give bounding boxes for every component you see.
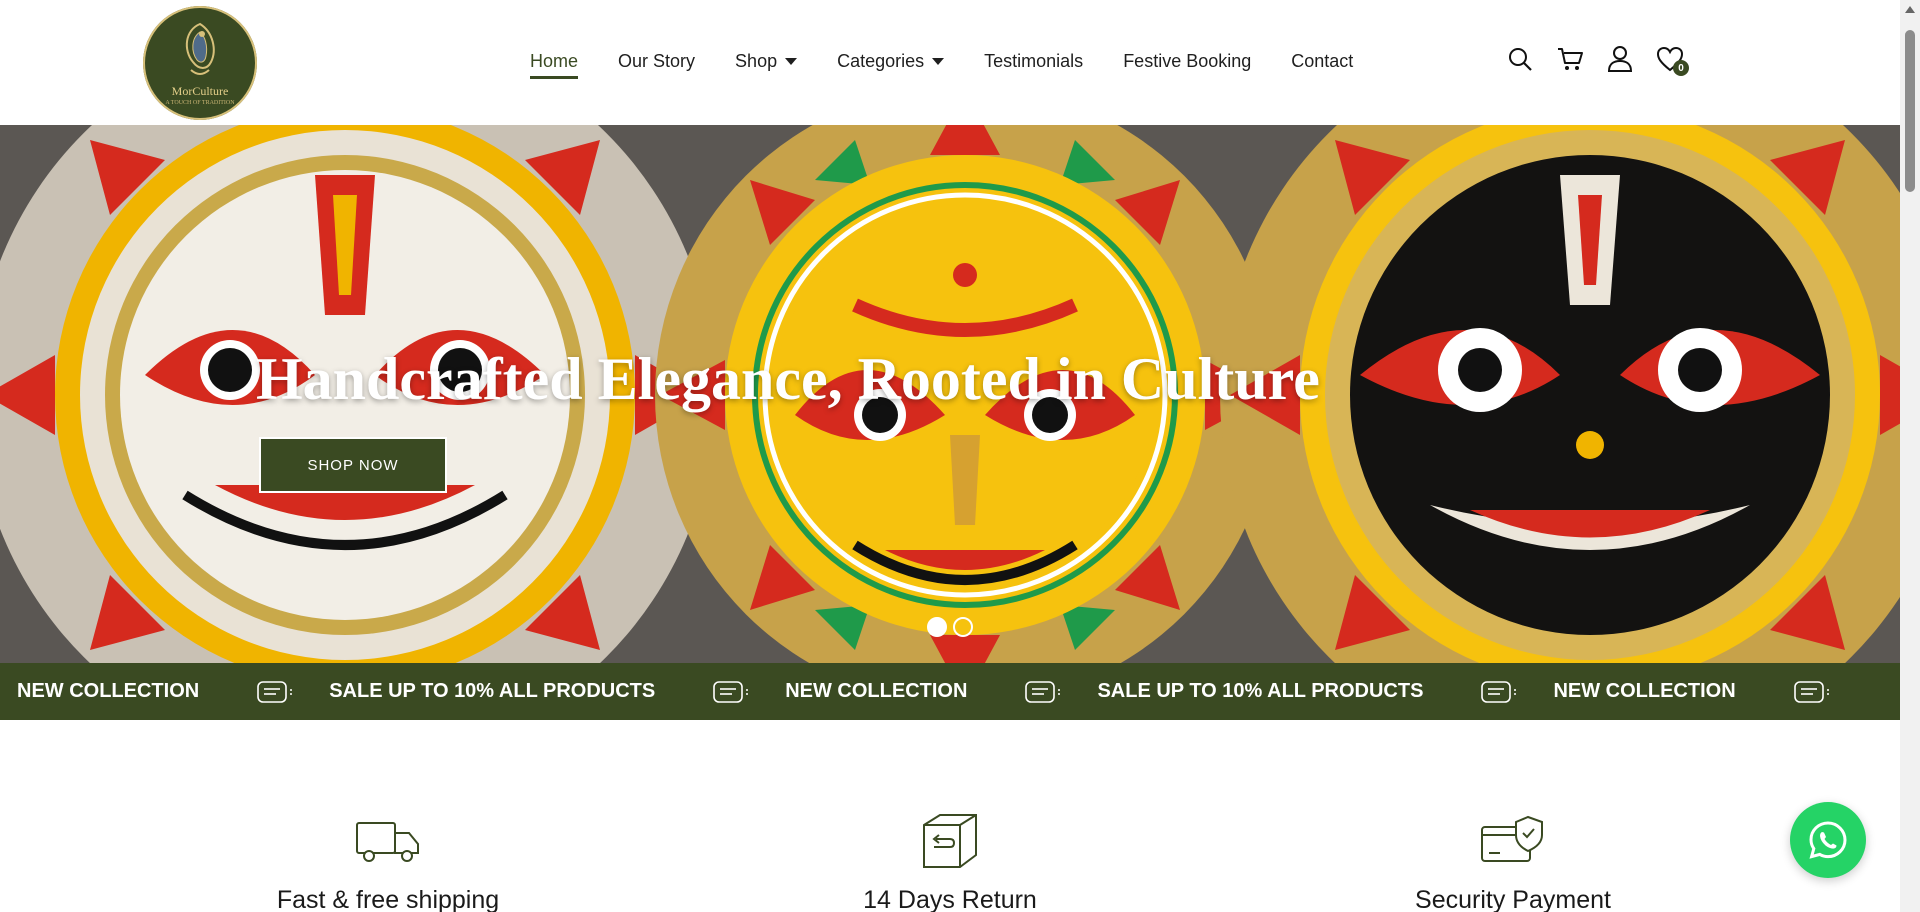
logo-text: MorCulture bbox=[171, 84, 229, 98]
whatsapp-icon bbox=[1809, 821, 1847, 859]
brand-logo[interactable]: MorCulture A TOUCH OF TRADITION bbox=[143, 6, 257, 120]
nav-label: Home bbox=[530, 50, 579, 71]
cart-icon bbox=[1558, 48, 1583, 70]
search-button[interactable] bbox=[1505, 44, 1535, 74]
feature-title: Security Payment bbox=[1415, 886, 1611, 912]
caret-down-icon bbox=[932, 57, 945, 65]
whatsapp-chat-button[interactable] bbox=[1790, 802, 1866, 878]
marquee-text: SALE UP TO 10% ALL PRODUCTS bbox=[1097, 680, 1424, 702]
hero-slider: Handcrafted Elegance, Rooted in Culture … bbox=[0, 125, 1900, 663]
slider-dot-2[interactable] bbox=[953, 617, 973, 637]
nav-item-festive-booking[interactable]: Festive Booking bbox=[1123, 51, 1251, 76]
page-scrollbar[interactable] bbox=[1900, 0, 1920, 912]
wishlist-button[interactable]: 0 bbox=[1655, 44, 1689, 76]
site-header: MorCulture A TOUCH OF TRADITION Home Our… bbox=[0, 0, 1900, 125]
nav-label: Contact bbox=[1291, 50, 1354, 71]
nav-item-shop[interactable]: Shop bbox=[735, 50, 798, 76]
return-box-icon bbox=[800, 810, 1100, 872]
marquee-text: SALE UP TO 10% ALL PRODUCTS bbox=[329, 680, 656, 702]
slider-dots bbox=[927, 617, 979, 637]
nav-item-contact[interactable]: Contact bbox=[1291, 51, 1353, 76]
secure-card-icon bbox=[1363, 810, 1663, 872]
shop-now-button[interactable]: SHOP NOW bbox=[259, 437, 447, 493]
marquee-item: NEW COLLECTION bbox=[0, 675, 312, 709]
receipt-icon bbox=[1790, 675, 1834, 709]
marquee-item: NEW COLLECTION bbox=[1536, 675, 1848, 709]
feature-title: Fast & free shipping bbox=[276, 886, 500, 912]
scroll-up-arrow-icon[interactable] bbox=[1905, 6, 1915, 13]
nav-label: Festive Booking bbox=[1123, 50, 1252, 71]
marquee-item: SALE UP TO 10% ALL PRODUCTS bbox=[312, 675, 768, 709]
receipt-icon bbox=[1021, 675, 1065, 709]
slider-dot-1[interactable] bbox=[927, 617, 947, 637]
peacock-logo-icon bbox=[185, 22, 215, 75]
marquee-text: NEW COLLECTION bbox=[1553, 680, 1736, 702]
receipt-icon bbox=[253, 675, 297, 709]
receipt-icon bbox=[1477, 675, 1521, 709]
nav-label: Categories bbox=[837, 50, 925, 71]
nav-label: Shop bbox=[735, 50, 778, 71]
main-nav: Home Our Story Shop Categories Testimoni… bbox=[530, 50, 1393, 79]
receipt-icon bbox=[709, 675, 753, 709]
nav-item-categories[interactable]: Categories bbox=[837, 50, 945, 76]
feature-security: Security Payment bbox=[1363, 810, 1663, 912]
nav-item-testimonials[interactable]: Testimonials bbox=[984, 51, 1083, 76]
nav-label: Testimonials bbox=[984, 50, 1084, 71]
cart-button[interactable] bbox=[1555, 44, 1585, 74]
marquee-item: SALE UP TO 10% ALL PRODUCTS bbox=[1080, 675, 1536, 709]
feature-shipping: Fast & free shipping bbox=[238, 810, 538, 912]
account-button[interactable] bbox=[1605, 44, 1635, 74]
nav-item-home[interactable]: Home bbox=[530, 50, 579, 79]
scrollbar-thumb[interactable] bbox=[1905, 30, 1915, 192]
feature-returns: 14 Days Return bbox=[800, 810, 1100, 912]
nav-item-our-story[interactable]: Our Story bbox=[618, 51, 695, 76]
marquee-item: NEW COLLECTION bbox=[768, 675, 1080, 709]
header-icons: 0 bbox=[1505, 44, 1705, 76]
user-icon bbox=[1607, 46, 1633, 72]
wishlist-count-badge: 0 bbox=[1673, 60, 1689, 76]
search-icon bbox=[1509, 48, 1532, 71]
caret-down-icon bbox=[785, 57, 798, 65]
feature-title: 14 Days Return bbox=[863, 886, 1037, 912]
hero-title: Handcrafted Elegance, Rooted in Culture bbox=[256, 346, 1320, 412]
logo-subtext: A TOUCH OF TRADITION bbox=[165, 100, 235, 106]
truck-icon bbox=[238, 810, 538, 872]
marquee-text: NEW COLLECTION bbox=[17, 680, 200, 702]
nav-label: Our Story bbox=[618, 50, 696, 71]
promo-marquee: NEW COLLECTION SALE UP TO 10% ALL PRODUC… bbox=[0, 663, 1900, 720]
marquee-text: NEW COLLECTION bbox=[785, 680, 968, 702]
